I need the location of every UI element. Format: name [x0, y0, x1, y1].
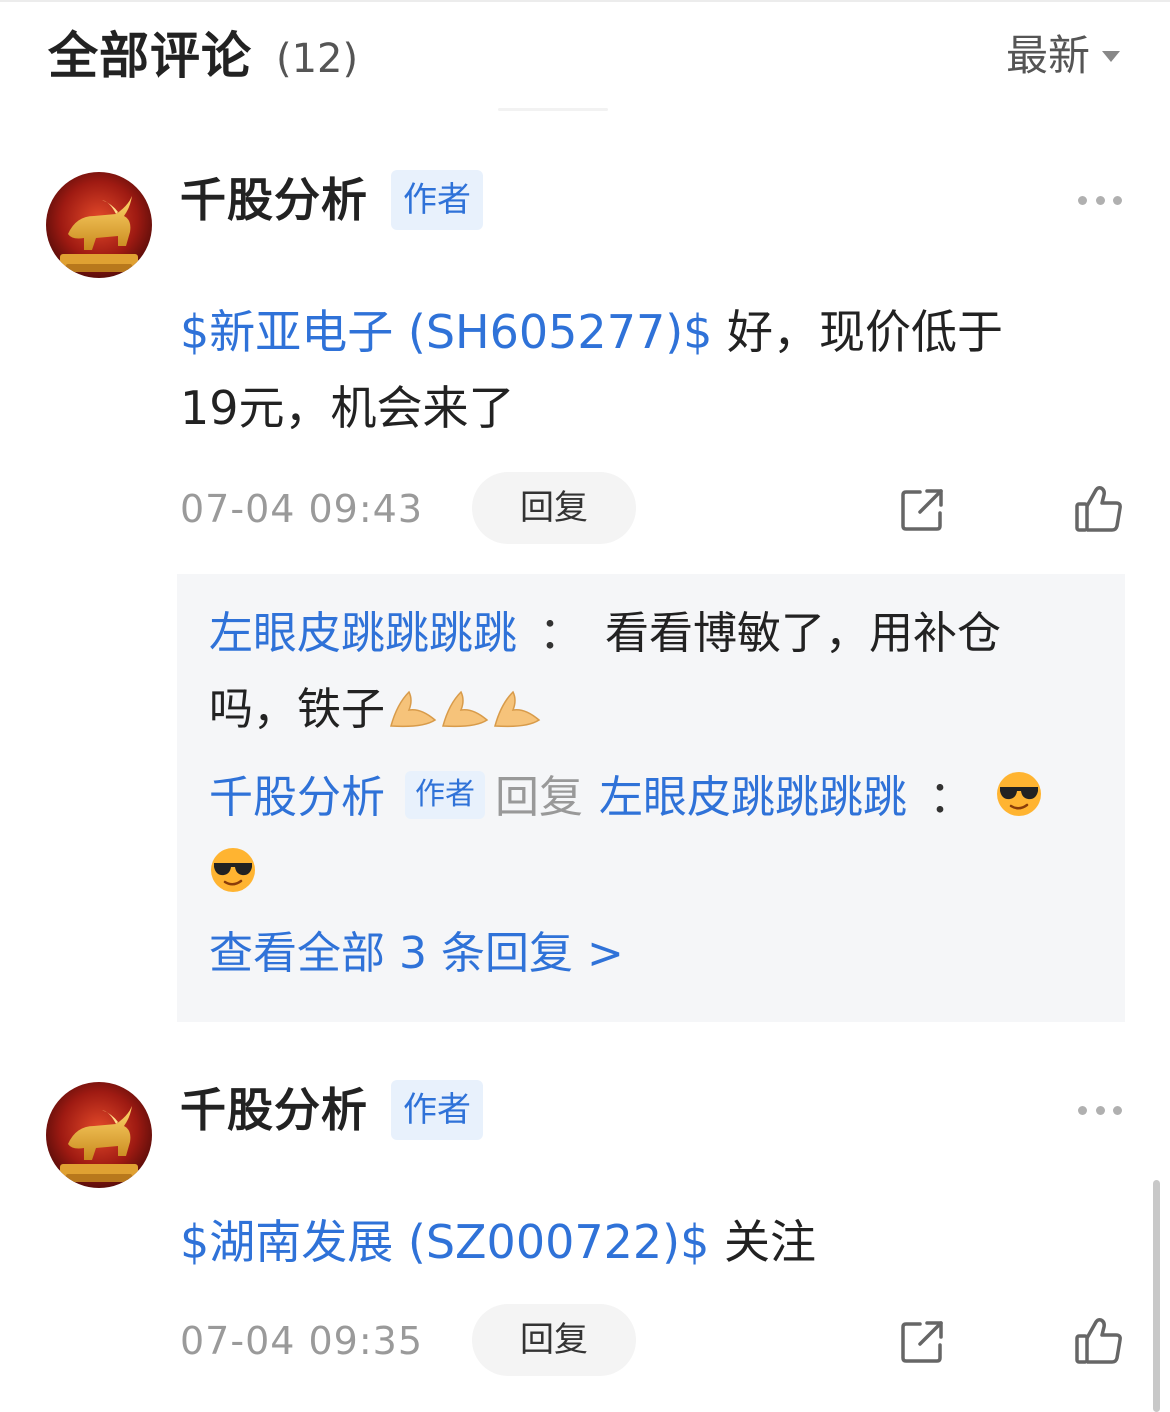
comment-body: $新亚电子 (SH605277)$ 好，现价低于 19元，机会来了: [180, 294, 1080, 446]
reply-item[interactable]: 左眼皮跳跳跳跳：看看博敏了，用补仓 吗，铁子: [209, 596, 1099, 748]
stock-link[interactable]: $湖南发展 (SZ000722)$: [180, 1215, 709, 1269]
caret-down-icon: [1102, 50, 1120, 62]
comment-time: 07-04 09:35: [180, 1319, 424, 1363]
thumbs-up-icon[interactable]: [1074, 484, 1124, 534]
comments-title: 全部评论: [48, 27, 252, 85]
comments-count: (12): [276, 36, 359, 82]
comment-text: 关注: [709, 1215, 816, 1269]
sunglasses-emoji: [995, 772, 1043, 823]
more-dots-icon[interactable]: [1078, 1104, 1122, 1116]
sort-dropdown[interactable]: 最新: [1006, 28, 1120, 84]
comment-time: 07-04 09:43: [180, 487, 424, 531]
author-badge: 作者: [391, 170, 483, 230]
reply-text: 看看博敏了，用补仓: [605, 608, 1001, 659]
reply-text-line2: 吗，铁子: [209, 684, 385, 735]
author-name[interactable]: 千股分析: [180, 1080, 368, 1140]
share-icon[interactable]: [898, 1318, 946, 1366]
scrollbar[interactable]: [1153, 1180, 1160, 1412]
avatar[interactable]: [46, 172, 152, 278]
reply-word: 回复: [495, 772, 583, 823]
author-badge: 作者: [405, 771, 485, 819]
comment-text: 好，现价低于: [712, 305, 1004, 359]
thumbs-up-icon[interactable]: [1074, 1316, 1124, 1366]
stock-link[interactable]: $新亚电子 (SH605277)$: [180, 305, 712, 359]
sunglasses-emoji: [209, 848, 257, 899]
sort-label: 最新: [1005, 31, 1090, 80]
comments-header: 全部评论 (12) 最新: [0, 0, 1170, 112]
header-divider: [498, 108, 608, 111]
comment-text-line2: 19元，机会来了: [180, 381, 515, 435]
reply-user[interactable]: 左眼皮跳跳跳跳: [209, 608, 517, 659]
reply-button[interactable]: 回复: [472, 1304, 636, 1376]
replies-box: 左眼皮跳跳跳跳：看看博敏了，用补仓 吗，铁子 千股分析 作者 回复 左眼皮跳跳跳跳： …: [177, 574, 1125, 1022]
share-icon[interactable]: [898, 486, 946, 534]
reply-target-user[interactable]: 左眼皮跳跳跳跳: [599, 772, 907, 823]
reply-user[interactable]: 千股分析: [209, 772, 385, 823]
reply-item[interactable]: 千股分析 作者 回复 左眼皮跳跳跳跳：: [209, 760, 1099, 912]
reply-button[interactable]: 回复: [472, 472, 636, 544]
view-all-replies-link[interactable]: 查看全部 3 条回复 >: [209, 924, 624, 984]
more-dots-icon[interactable]: [1078, 194, 1122, 206]
pray-hands-emoji: [387, 684, 543, 735]
avatar[interactable]: [46, 1082, 152, 1188]
author-name[interactable]: 千股分析: [180, 170, 368, 230]
comment-body: $湖南发展 (SZ000722)$ 关注: [180, 1204, 1080, 1280]
author-badge: 作者: [391, 1080, 483, 1140]
